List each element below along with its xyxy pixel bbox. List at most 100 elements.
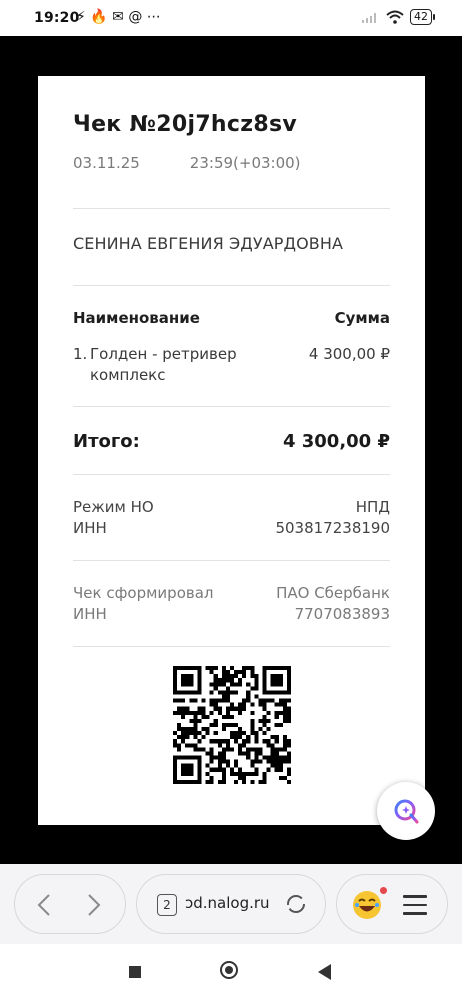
qr-module bbox=[221, 779, 226, 784]
qr-module bbox=[205, 731, 210, 736]
qr-module bbox=[282, 755, 287, 760]
qr-module bbox=[189, 763, 194, 768]
qr-module bbox=[205, 727, 210, 732]
qr-module bbox=[181, 706, 186, 711]
qr-module bbox=[262, 698, 267, 703]
qr-module bbox=[173, 666, 178, 671]
ai-assistant-button[interactable] bbox=[377, 782, 435, 840]
divider bbox=[73, 208, 390, 209]
qr-module bbox=[209, 775, 214, 780]
qr-module bbox=[270, 666, 275, 671]
qr-module bbox=[282, 706, 287, 711]
qr-module bbox=[229, 731, 235, 736]
qr-module bbox=[242, 666, 247, 671]
qr-module bbox=[173, 767, 178, 772]
qr-module bbox=[181, 714, 186, 719]
qr-module bbox=[254, 678, 259, 683]
qr-module bbox=[238, 731, 243, 736]
qr-module bbox=[238, 775, 243, 780]
qr-module bbox=[173, 763, 178, 768]
qr-module bbox=[274, 755, 279, 760]
qr-module bbox=[258, 718, 263, 723]
qr-module bbox=[246, 682, 251, 687]
tab-count-button[interactable]: 2 bbox=[157, 894, 177, 916]
qr-module bbox=[254, 771, 259, 776]
qr-module bbox=[173, 775, 178, 780]
reload-icon[interactable] bbox=[283, 891, 309, 917]
qr-module bbox=[266, 698, 271, 703]
qr-module bbox=[189, 727, 194, 732]
qr-module bbox=[282, 690, 287, 695]
qr-module bbox=[185, 771, 190, 776]
item-amount: 4 300,00 ₽ bbox=[308, 345, 390, 363]
qr-module bbox=[246, 739, 251, 744]
divider bbox=[73, 646, 390, 647]
recents-button[interactable] bbox=[129, 966, 141, 978]
qr-module bbox=[270, 759, 275, 764]
qr-module bbox=[209, 666, 214, 671]
qr-module bbox=[173, 698, 178, 703]
back-arrow-icon[interactable] bbox=[37, 893, 51, 917]
forward-arrow-icon[interactable] bbox=[87, 893, 101, 917]
qr-module bbox=[177, 755, 182, 760]
qr-module bbox=[217, 682, 222, 687]
qr-module bbox=[278, 767, 283, 772]
web-viewport[interactable]: Чек №20j7hcz8sv 03.11.25 23:59(+03:00) СЕ… bbox=[0, 36, 462, 864]
qr-module bbox=[197, 686, 202, 691]
issuer-inn-label: ИНН bbox=[73, 605, 107, 623]
qr-module bbox=[189, 743, 194, 748]
qr-module bbox=[189, 779, 194, 784]
qr-code[interactable] bbox=[173, 666, 291, 784]
qr-module bbox=[185, 767, 190, 772]
qr-module bbox=[262, 718, 267, 723]
qr-module bbox=[229, 722, 235, 728]
url-text[interactable]: ɔd.nalog.ru bbox=[185, 894, 270, 912]
qr-module bbox=[197, 678, 202, 683]
qr-module bbox=[274, 722, 279, 728]
qr-module bbox=[173, 690, 178, 695]
qr-module bbox=[242, 731, 247, 736]
qr-module bbox=[205, 714, 210, 719]
qr-module bbox=[286, 743, 291, 748]
qr-module bbox=[286, 686, 291, 691]
qr-module bbox=[209, 710, 214, 715]
qr-module bbox=[185, 666, 190, 671]
total-value: 4 300,00 ₽ bbox=[282, 431, 390, 452]
qr-module bbox=[246, 666, 251, 671]
qr-module bbox=[173, 670, 178, 675]
qr-module bbox=[185, 678, 190, 683]
qr-module bbox=[242, 775, 247, 780]
qr-module bbox=[254, 751, 259, 756]
hamburger-menu-icon[interactable] bbox=[403, 895, 427, 921]
qr-module bbox=[238, 771, 243, 776]
qr-module bbox=[262, 666, 267, 671]
qr-module bbox=[242, 743, 247, 748]
qr-module bbox=[270, 763, 275, 768]
qr-module bbox=[262, 771, 267, 776]
qr-module bbox=[197, 759, 202, 764]
qr-module bbox=[250, 779, 255, 784]
qr-module bbox=[282, 739, 287, 744]
qr-module bbox=[286, 670, 291, 675]
qr-module bbox=[282, 743, 287, 748]
qr-module bbox=[185, 779, 190, 784]
qr-module bbox=[238, 743, 243, 748]
qr-module bbox=[193, 718, 198, 723]
qr-module bbox=[286, 771, 291, 776]
qr-module bbox=[209, 739, 214, 744]
back-button[interactable] bbox=[318, 964, 331, 980]
qr-module bbox=[185, 735, 190, 740]
qr-module bbox=[238, 747, 243, 752]
qr-module bbox=[189, 710, 194, 715]
qr-module bbox=[258, 751, 263, 756]
qr-module bbox=[217, 763, 222, 768]
qr-module bbox=[189, 698, 194, 703]
home-button[interactable] bbox=[220, 961, 238, 979]
notification-dot bbox=[380, 887, 387, 894]
qr-module bbox=[262, 670, 267, 675]
address-bar[interactable]: 2 ɔd.nalog.ru bbox=[136, 874, 326, 934]
laughing-emoji-icon[interactable] bbox=[351, 889, 383, 921]
qr-module bbox=[213, 678, 218, 683]
menu-pill bbox=[336, 874, 448, 934]
qr-module bbox=[254, 747, 259, 752]
